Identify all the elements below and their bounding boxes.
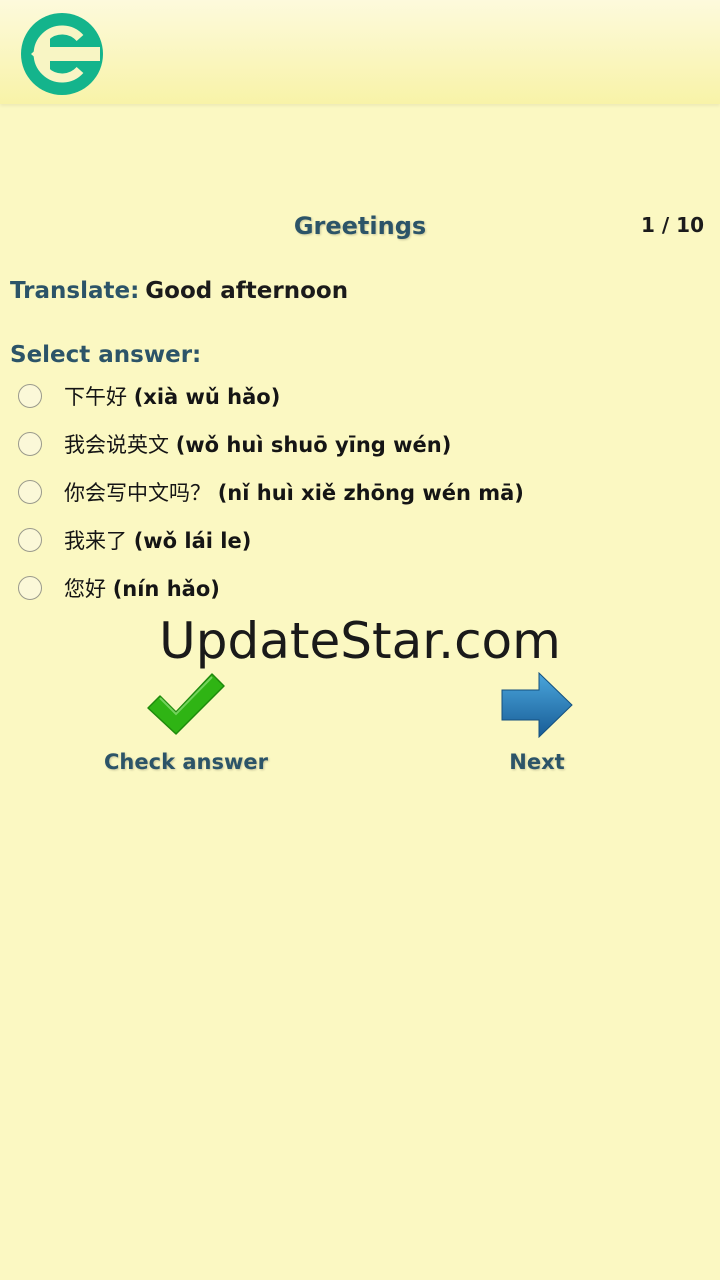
radio-button[interactable]: [18, 384, 42, 408]
header-bar: [0, 0, 720, 104]
option-text: 我会说英文 (wǒ huì shuō yīng wén): [64, 429, 451, 459]
radio-button[interactable]: [18, 528, 42, 552]
check-answer-button[interactable]: Check answer: [100, 672, 272, 774]
answer-option-4[interactable]: 我来了 (wǒ lái le): [18, 516, 708, 564]
checkmark-icon: [147, 673, 225, 735]
option-hanzi: 我来了: [64, 529, 127, 553]
translate-phrase: Good afternoon: [145, 278, 349, 304]
next-button[interactable]: Next: [476, 672, 598, 774]
option-text: 下午好 (xià wǔ hǎo): [64, 381, 280, 411]
option-pinyin: (wǒ lái le): [133, 529, 252, 553]
option-text: 您好 (nín hǎo): [64, 573, 220, 603]
option-text: 我来了 (wǒ lái le): [64, 525, 251, 555]
answer-option-2[interactable]: 我会说英文 (wǒ huì shuō yīng wén): [18, 420, 708, 468]
arrow-left-circle-icon: [21, 13, 103, 95]
translate-prompt: Translate: Good afternoon: [10, 278, 348, 304]
option-pinyin: (wǒ huì shuō yīng wén): [175, 433, 452, 457]
option-hanzi: 我会说英文: [64, 433, 169, 457]
option-hanzi: 你会写中文吗？: [64, 481, 211, 505]
answer-option-1[interactable]: 下午好 (xià wǔ hǎo): [18, 372, 708, 420]
option-pinyin: (xià wǔ hǎo): [133, 385, 281, 409]
option-hanzi: 您好: [64, 577, 106, 601]
translate-label: Translate:: [10, 278, 140, 304]
answer-option-5[interactable]: 您好 (nín hǎo): [18, 564, 708, 612]
question-counter: 1 / 10: [641, 213, 704, 237]
answer-option-3[interactable]: 你会写中文吗？ (nǐ huì xiě zhōng wén mā): [18, 468, 708, 516]
radio-button[interactable]: [18, 480, 42, 504]
answer-options: 下午好 (xià wǔ hǎo) 我会说英文 (wǒ huì shuō yīng…: [18, 372, 708, 612]
radio-button[interactable]: [18, 576, 42, 600]
option-hanzi: 下午好: [64, 385, 127, 409]
select-answer-label: Select answer:: [10, 342, 202, 368]
back-button[interactable]: [20, 12, 104, 96]
next-label: Next: [509, 750, 565, 774]
watermark-text: UpdateStar.com: [159, 612, 561, 670]
option-text: 你会写中文吗？ (nǐ huì xiě zhōng wén mā): [64, 477, 524, 507]
option-pinyin: (nǐ huì xiě zhōng wén mā): [217, 481, 524, 505]
radio-button[interactable]: [18, 432, 42, 456]
option-pinyin: (nín hǎo): [112, 577, 220, 601]
arrow-right-icon: [501, 672, 573, 738]
check-answer-label: Check answer: [104, 750, 268, 774]
page-title: Greetings: [293, 212, 427, 240]
